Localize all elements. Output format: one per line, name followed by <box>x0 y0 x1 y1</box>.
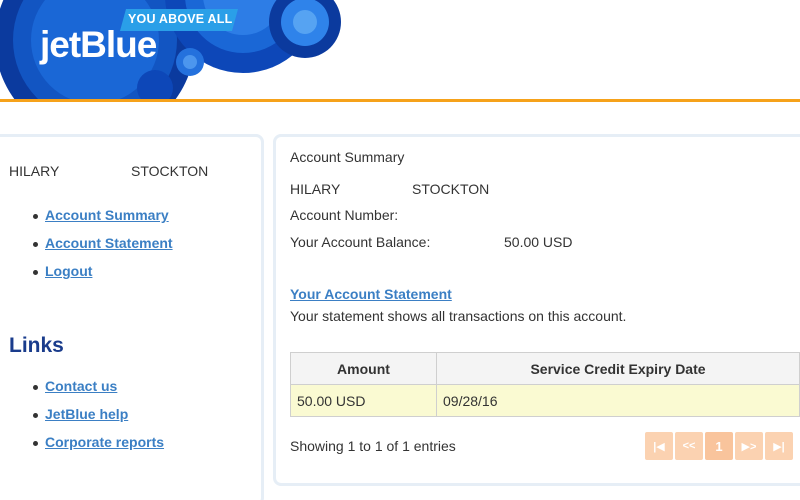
next-page-icon: ▶> <box>741 440 757 453</box>
contact-us-link[interactable]: Contact us <box>45 378 117 394</box>
table-header-row: Amount Service Credit Expiry Date <box>290 352 800 385</box>
account-statement-heading-link[interactable]: Your Account Statement <box>290 286 452 302</box>
account-summary-panel: Account Summary HILARY STOCKTON Account … <box>273 134 800 486</box>
links-item-contact: Contact us <box>0 378 164 406</box>
column-header-expiry-date[interactable]: Service Credit Expiry Date <box>436 352 800 385</box>
account-summary-link[interactable]: Account Summary <box>45 207 169 223</box>
first-name: HILARY <box>290 181 341 197</box>
account-number-label: Account Number: <box>290 207 399 223</box>
previous-page-button[interactable]: << <box>675 432 703 460</box>
first-page-button[interactable]: |◀ <box>645 432 673 460</box>
links-item-reports: Corporate reports <box>0 434 164 462</box>
last-page-icon: ▶| <box>773 440 785 453</box>
sidebar: HILARY STOCKTON Account Summary Account … <box>0 134 264 500</box>
transactions-table: Amount Service Credit Expiry Date 50.00 … <box>290 352 800 417</box>
nav-item-logout: Logout <box>0 263 173 291</box>
cell-expiry-date: 09/28/16 <box>436 384 800 417</box>
links-list: Contact us JetBlue help Corporate report… <box>0 378 164 462</box>
entries-info: Showing 1 to 1 of 1 entries <box>290 438 456 454</box>
table-row: 50.00 USD 09/28/16 <box>290 384 800 417</box>
cell-amount: 50.00 USD <box>290 384 437 417</box>
nav-item-account-summary: Account Summary <box>0 207 173 235</box>
page-1-button[interactable]: 1 <box>705 432 733 460</box>
last-page-button[interactable]: ▶| <box>765 432 793 460</box>
header-divider <box>0 99 800 102</box>
first-page-icon: |◀ <box>653 440 665 453</box>
jetblue-logo[interactable]: jetBlue <box>40 24 157 66</box>
column-header-amount[interactable]: Amount <box>290 352 437 385</box>
last-name: STOCKTON <box>412 181 490 197</box>
site-header: YOU ABOVE ALL jetBlue <box>0 0 800 100</box>
nav-item-account-statement: Account Statement <box>0 235 173 263</box>
account-statement-link[interactable]: Account Statement <box>45 235 173 251</box>
logout-link[interactable]: Logout <box>45 263 92 279</box>
pagination: |◀ << 1 ▶> ▶| <box>645 432 793 460</box>
user-first-name: HILARY <box>9 163 60 179</box>
corporate-reports-link[interactable]: Corporate reports <box>45 434 164 450</box>
jetblue-help-link[interactable]: JetBlue help <box>45 406 128 422</box>
links-item-help: JetBlue help <box>0 406 164 434</box>
panel-title: Account Summary <box>290 149 405 165</box>
balance-value: 50.00 USD <box>504 234 573 250</box>
next-page-button[interactable]: ▶> <box>735 432 763 460</box>
links-heading: Links <box>9 334 64 357</box>
statement-description: Your statement shows all transactions on… <box>290 308 627 324</box>
user-last-name: STOCKTON <box>131 163 209 179</box>
balance-label: Your Account Balance: <box>290 234 431 250</box>
previous-page-icon: << <box>682 440 696 452</box>
account-balance-row: Your Account Balance: 50.00 USD <box>290 234 572 250</box>
account-nav: Account Summary Account Statement Logout <box>0 207 173 291</box>
